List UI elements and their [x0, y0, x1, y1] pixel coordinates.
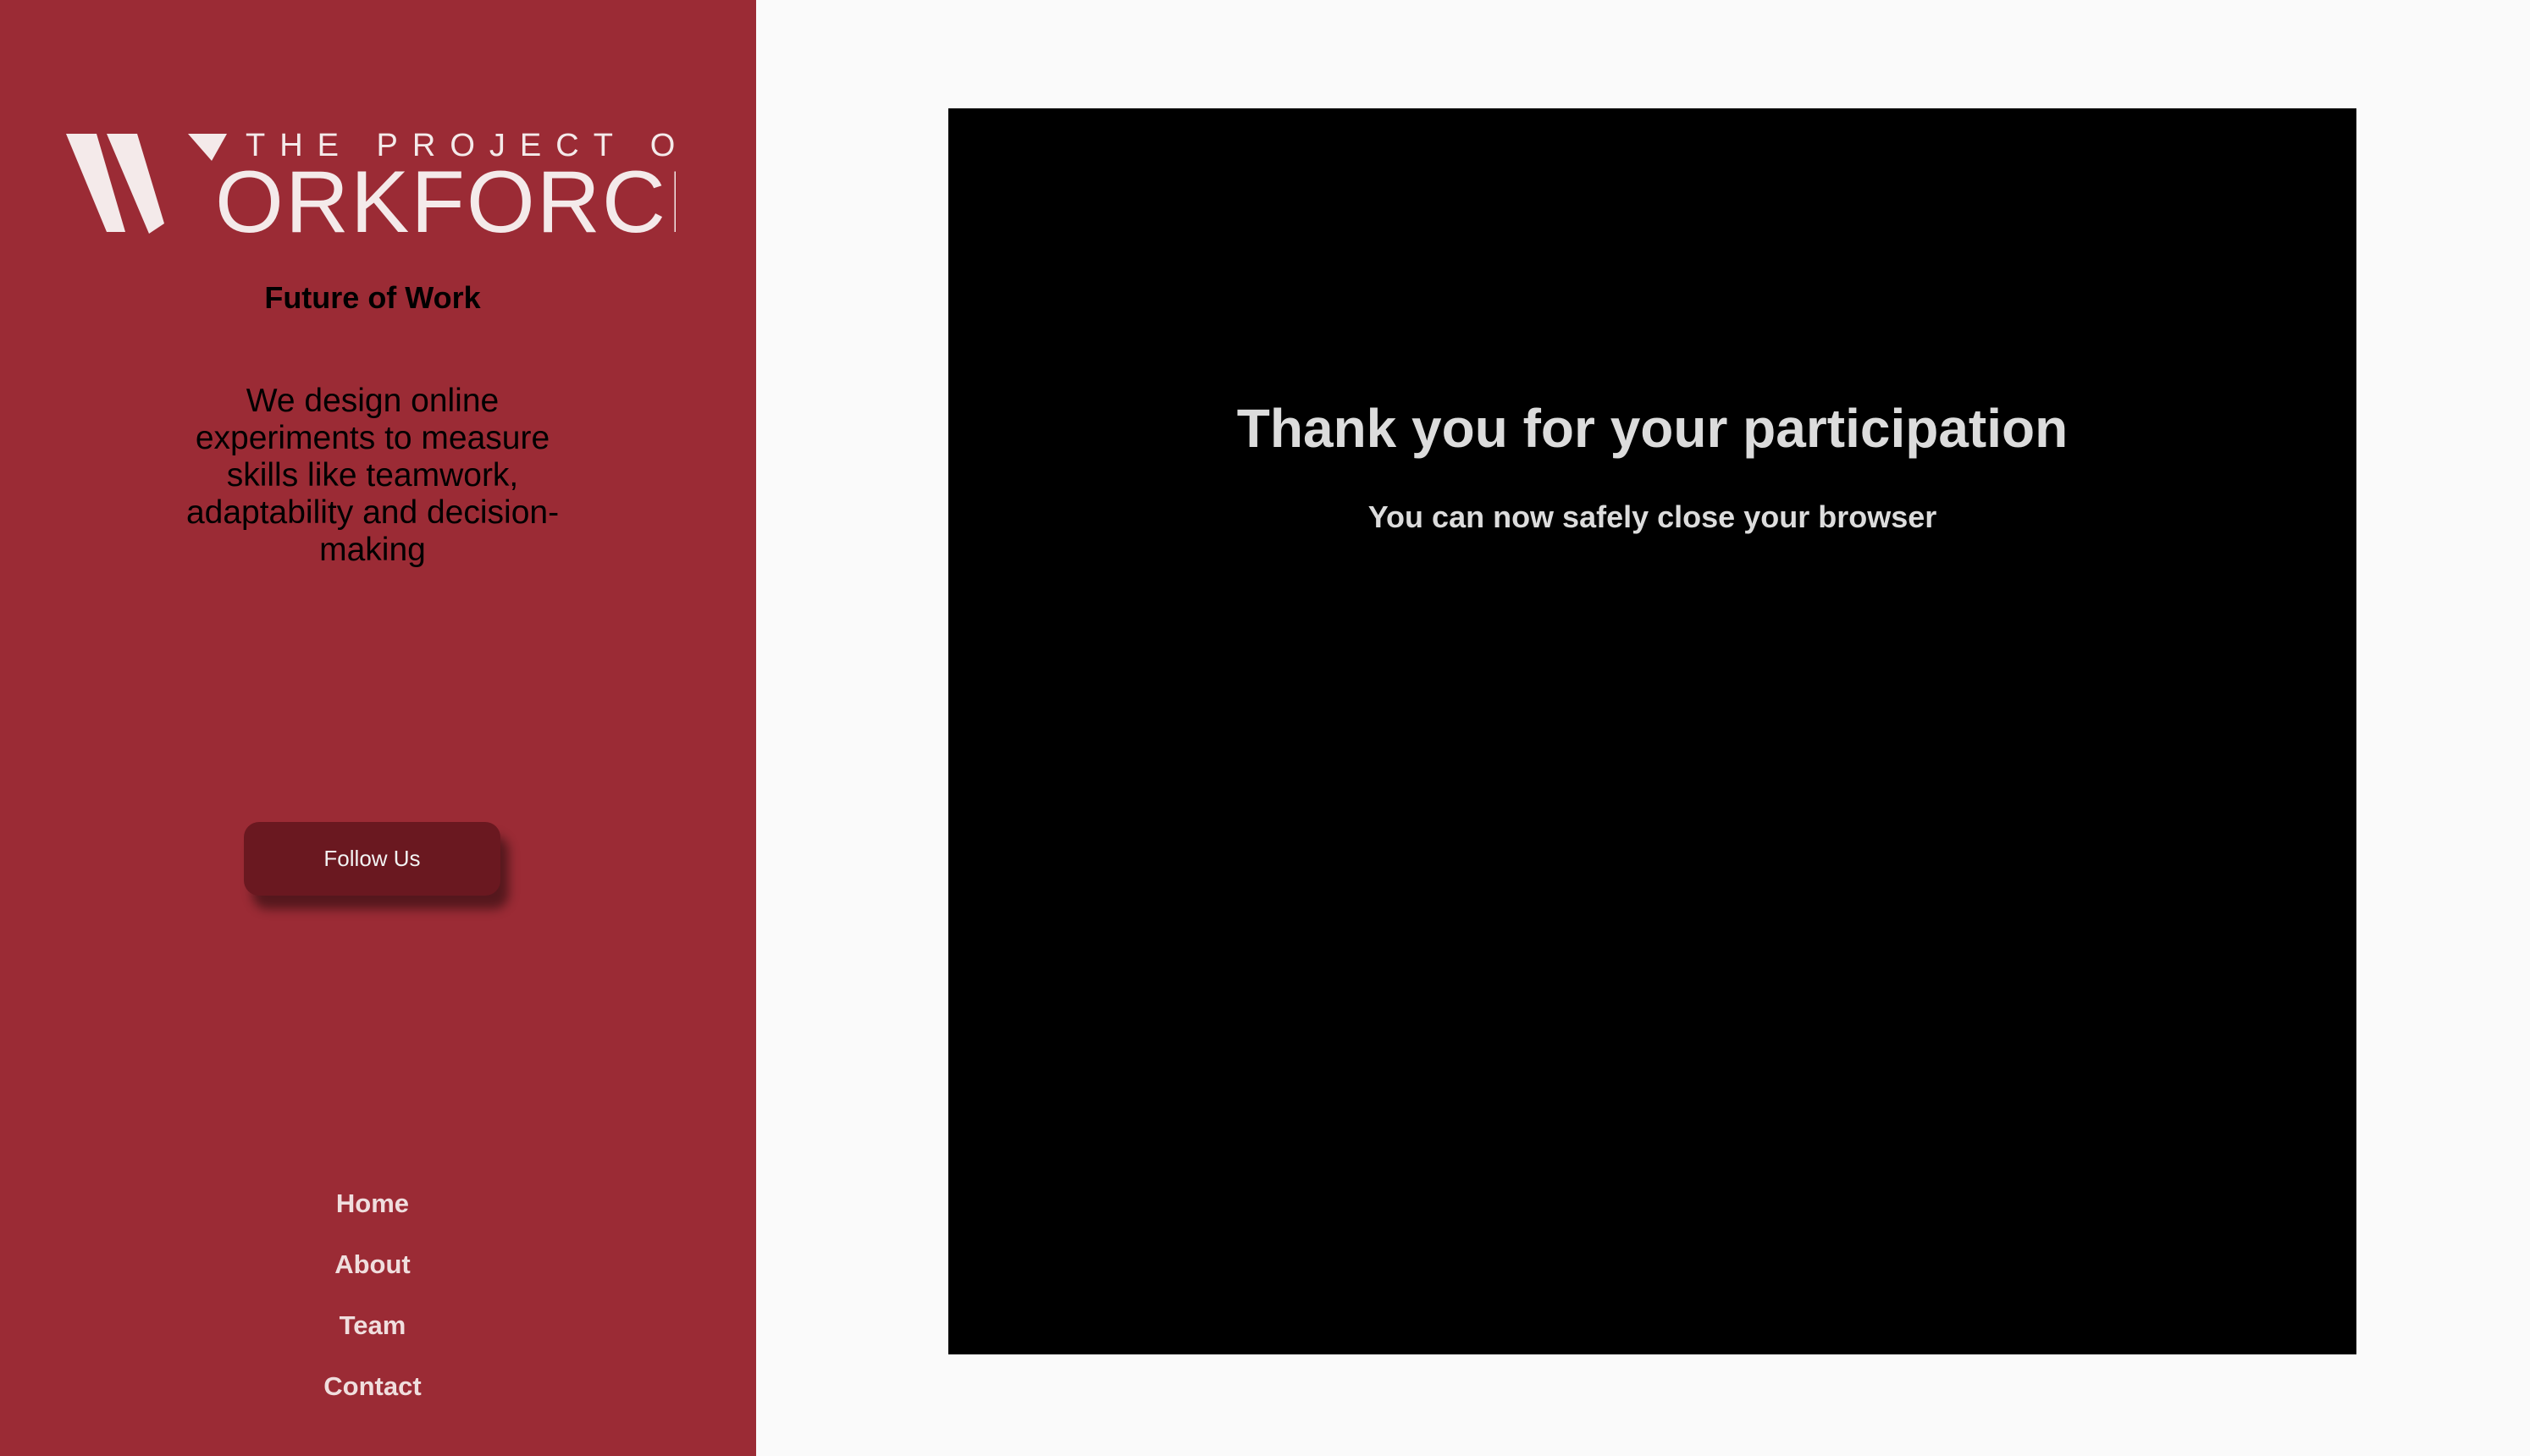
follow-us-button[interactable]: Follow Us [244, 822, 500, 896]
page: THE PROJECT ON ORKFORCE Future of Work W… [0, 0, 2530, 1456]
workforce-logo-mark: THE PROJECT ON ORKFORCE [66, 128, 676, 242]
sidebar: THE PROJECT ON ORKFORCE Future of Work W… [0, 0, 756, 1456]
thank-you-title: Thank you for your participation [1236, 398, 2069, 459]
nav-item-team[interactable]: Team [0, 1307, 745, 1368]
experiment-frame: Thank you for your participation You can… [948, 108, 2356, 1354]
nav-item-contact[interactable]: Contact [0, 1368, 745, 1429]
close-browser-message: You can now safely close your browser [1367, 499, 1937, 534]
nav-item-about[interactable]: About [0, 1246, 745, 1307]
tagline: Future of Work [264, 280, 481, 315]
nav-item-home[interactable]: Home [0, 1185, 745, 1246]
logo-line2: ORKFORCE [215, 153, 676, 242]
sidebar-nav: Home About Team Contact [0, 1185, 745, 1429]
workforce-logo[interactable]: THE PROJECT ON ORKFORCE [66, 124, 676, 242]
description: We design online experiments to measure … [185, 383, 560, 568]
